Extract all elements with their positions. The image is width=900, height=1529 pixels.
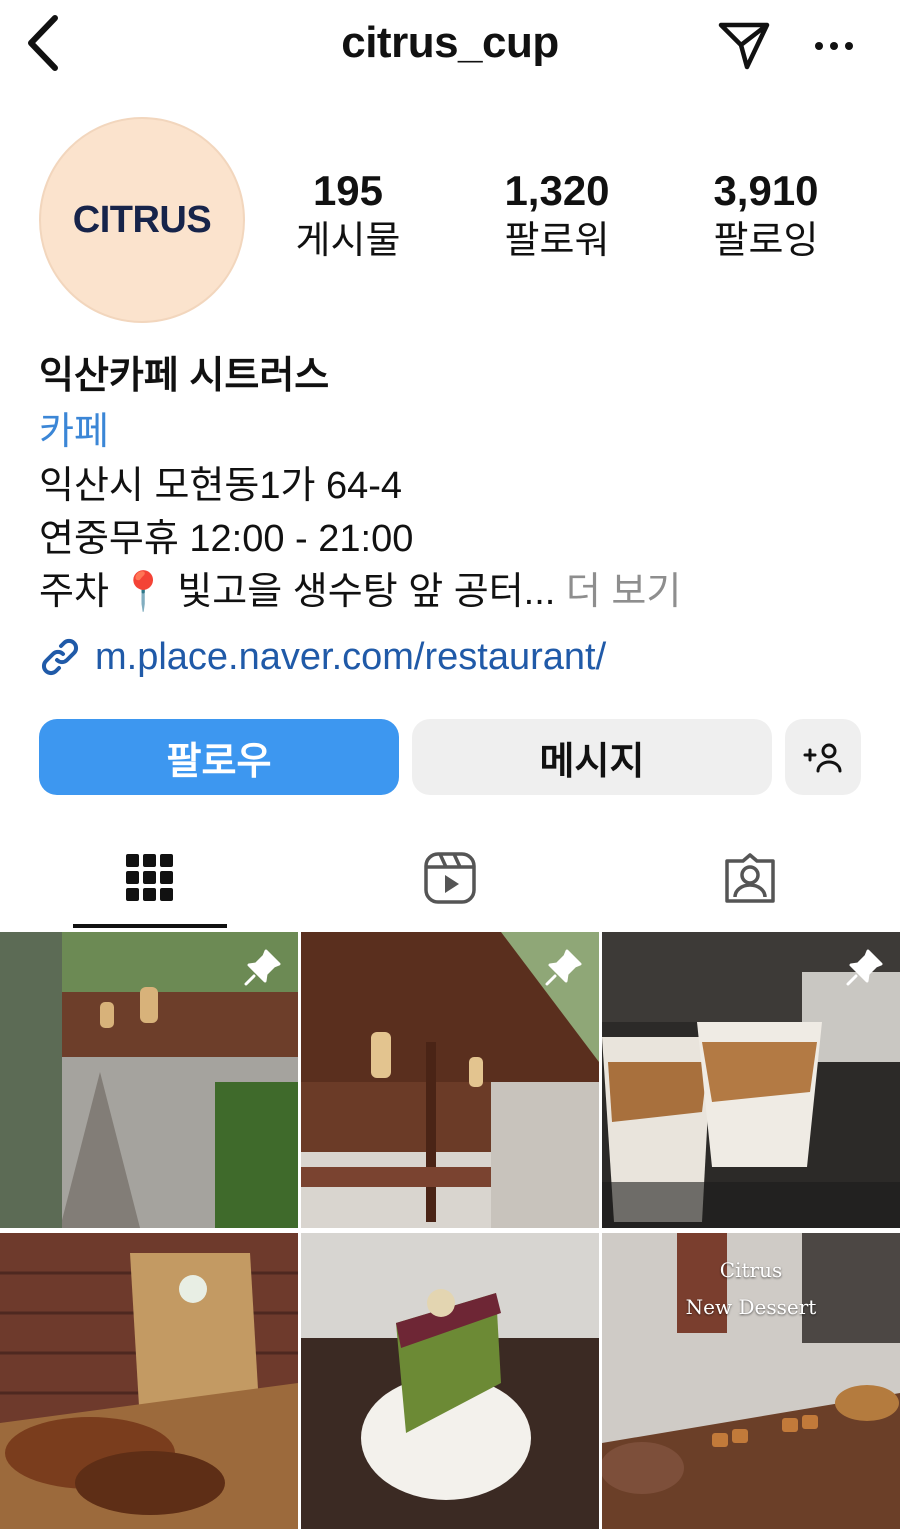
active-tab-indicator (73, 924, 227, 928)
bio-parking-line: 주차 📍 빛고을 생수탕 앞 공터... 더 보기 (39, 566, 879, 619)
bio-website-link[interactable]: m.place.naver.com/restaurant/ (39, 629, 879, 685)
bio-hours: 연중무휴 12:00 - 21:00 (39, 518, 414, 560)
reels-icon (424, 852, 476, 904)
bio-website-url: m.place.naver.com/restaurant/ (95, 636, 607, 678)
tab-tagged[interactable] (673, 826, 827, 930)
stat-followers[interactable]: 1,320 팔로워 (477, 166, 637, 266)
grid-icon (126, 854, 173, 901)
profile-avatar[interactable]: CITRUS (39, 117, 245, 323)
post-thumbnail[interactable] (0, 932, 298, 1228)
post-thumbnail[interactable] (0, 1233, 298, 1529)
profile-display-name: 익산카페 시트러스 (39, 355, 330, 397)
post-thumbnail[interactable]: Citrus New Dessert (602, 1233, 900, 1529)
share-button[interactable] (714, 18, 774, 74)
bio-parking: 주차 📍 빛고을 생수탕 앞 공터... (39, 571, 556, 613)
post-thumbnail[interactable] (301, 1233, 599, 1529)
matcha-cake-photo (301, 1233, 599, 1529)
posts-label: 게시물 (295, 220, 401, 262)
posts-count: 195 (312, 167, 384, 214)
profile-header: citrus_cup (0, 0, 900, 96)
link-icon (41, 638, 79, 676)
tagged-icon (725, 853, 775, 903)
avatar-logo-text: CITRUS (72, 198, 212, 241)
taiyaki-photo (0, 1233, 298, 1529)
photo-overlay-title: Citrus (719, 1258, 783, 1282)
followers-count: 1,320 (504, 167, 610, 214)
profile-tabs (0, 826, 900, 930)
pinned-icon (846, 949, 883, 986)
followers-label: 팔로워 (504, 220, 610, 262)
bio-address: 익산시 모현동1가 64-4 (39, 465, 403, 507)
posts-grid: Citrus New Dessert (0, 932, 900, 1529)
pinned-icon (545, 949, 582, 986)
following-count: 3,910 (713, 167, 819, 214)
more-options-button[interactable] (806, 26, 862, 66)
stat-following[interactable]: 3,910 팔로잉 (686, 166, 846, 266)
post-thumbnail[interactable] (602, 932, 900, 1228)
following-label: 팔로잉 (713, 220, 819, 262)
post-thumbnail[interactable] (301, 932, 599, 1228)
message-button[interactable]: 메시지 (412, 719, 772, 795)
follow-button[interactable]: 팔로우 (39, 719, 399, 795)
suggest-people-button[interactable] (785, 719, 861, 795)
more-horizontal-icon (815, 42, 853, 50)
profile-bio: 익산카페 시트러스 카페 익산시 모현동1가 64-4 연중무휴 12:00 -… (39, 348, 879, 685)
profile-category[interactable]: 카페 (39, 404, 879, 460)
pinned-icon (244, 949, 281, 986)
tab-reels[interactable] (373, 826, 527, 930)
photo-overlay-subtitle: New Dessert (685, 1295, 817, 1319)
stat-posts[interactable]: 195 게시물 (268, 166, 428, 266)
add-person-icon (803, 743, 842, 773)
tab-posts-grid[interactable] (73, 826, 227, 930)
paper-plane-icon (718, 22, 770, 70)
bio-more-link[interactable]: 더 보기 (566, 571, 681, 613)
